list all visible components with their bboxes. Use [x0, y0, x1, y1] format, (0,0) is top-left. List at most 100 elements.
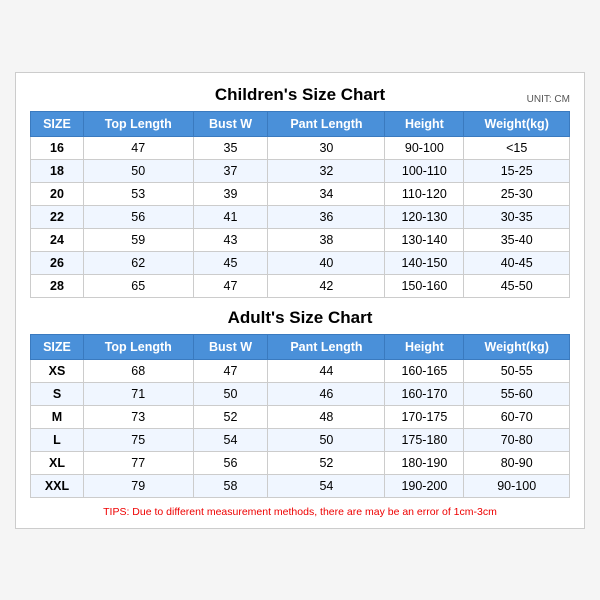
- table-cell: 65: [83, 274, 193, 297]
- table-cell: XS: [31, 359, 84, 382]
- adult-section-title: Adult's Size Chart: [228, 308, 373, 328]
- table-cell: 50: [193, 382, 268, 405]
- table-cell: 90-100: [385, 136, 464, 159]
- table-cell: 24: [31, 228, 84, 251]
- table-cell: 34: [268, 182, 385, 205]
- table-cell: 150-160: [385, 274, 464, 297]
- table-cell: 170-175: [385, 405, 464, 428]
- table-cell: 26: [31, 251, 84, 274]
- table-cell: 62: [83, 251, 193, 274]
- children-col-bust-w: Bust W: [193, 111, 268, 136]
- table-row: 1647353090-100<15: [31, 136, 570, 159]
- table-cell: 180-190: [385, 451, 464, 474]
- table-cell: 20: [31, 182, 84, 205]
- table-cell: 38: [268, 228, 385, 251]
- adult-size-table: SIZE Top Length Bust W Pant Length Heigh…: [30, 334, 570, 498]
- adult-col-height: Height: [385, 334, 464, 359]
- table-row: S715046160-17055-60: [31, 382, 570, 405]
- table-cell: 79: [83, 474, 193, 497]
- table-cell: 120-130: [385, 205, 464, 228]
- table-cell: 59: [83, 228, 193, 251]
- unit-label: UNIT: CM: [527, 94, 570, 105]
- adult-col-pant-length: Pant Length: [268, 334, 385, 359]
- table-cell: 46: [268, 382, 385, 405]
- table-cell: 54: [193, 428, 268, 451]
- table-cell: 73: [83, 405, 193, 428]
- children-size-table: SIZE Top Length Bust W Pant Length Heigh…: [30, 111, 570, 298]
- children-title-row: Children's Size Chart UNIT: CM: [30, 85, 570, 105]
- table-row: L755450175-18070-80: [31, 428, 570, 451]
- size-chart-container: Children's Size Chart UNIT: CM SIZE Top …: [15, 72, 585, 529]
- table-cell: 50: [83, 159, 193, 182]
- table-cell: M: [31, 405, 84, 428]
- table-cell: 80-90: [464, 451, 570, 474]
- table-cell: 47: [193, 359, 268, 382]
- table-cell: XL: [31, 451, 84, 474]
- table-cell: 52: [193, 405, 268, 428]
- table-cell: 30: [268, 136, 385, 159]
- table-cell: 100-110: [385, 159, 464, 182]
- children-col-pant-length: Pant Length: [268, 111, 385, 136]
- table-cell: 35-40: [464, 228, 570, 251]
- table-row: 26624540140-15040-45: [31, 251, 570, 274]
- table-cell: 48: [268, 405, 385, 428]
- table-row: 18503732100-11015-25: [31, 159, 570, 182]
- table-cell: 190-200: [385, 474, 464, 497]
- table-cell: 130-140: [385, 228, 464, 251]
- table-cell: <15: [464, 136, 570, 159]
- table-cell: 36: [268, 205, 385, 228]
- table-cell: 60-70: [464, 405, 570, 428]
- table-cell: 160-170: [385, 382, 464, 405]
- table-cell: 140-150: [385, 251, 464, 274]
- table-row: XXL795854190-20090-100: [31, 474, 570, 497]
- table-cell: 47: [193, 274, 268, 297]
- table-cell: 45: [193, 251, 268, 274]
- table-cell: 43: [193, 228, 268, 251]
- table-cell: 58: [193, 474, 268, 497]
- table-cell: 42: [268, 274, 385, 297]
- table-row: 28654742150-16045-50: [31, 274, 570, 297]
- table-cell: 41: [193, 205, 268, 228]
- children-col-top-length: Top Length: [83, 111, 193, 136]
- table-cell: 25-30: [464, 182, 570, 205]
- table-cell: 56: [193, 451, 268, 474]
- table-cell: 16: [31, 136, 84, 159]
- table-cell: 30-35: [464, 205, 570, 228]
- table-row: 24594338130-14035-40: [31, 228, 570, 251]
- table-cell: 44: [268, 359, 385, 382]
- table-cell: 70-80: [464, 428, 570, 451]
- children-col-weight: Weight(kg): [464, 111, 570, 136]
- table-row: 20533934110-12025-30: [31, 182, 570, 205]
- table-cell: 175-180: [385, 428, 464, 451]
- table-cell: 28: [31, 274, 84, 297]
- table-cell: L: [31, 428, 84, 451]
- adult-col-weight: Weight(kg): [464, 334, 570, 359]
- table-cell: XXL: [31, 474, 84, 497]
- table-cell: 50-55: [464, 359, 570, 382]
- adult-col-top-length: Top Length: [83, 334, 193, 359]
- table-cell: 45-50: [464, 274, 570, 297]
- table-cell: 47: [83, 136, 193, 159]
- table-cell: 71: [83, 382, 193, 405]
- children-col-height: Height: [385, 111, 464, 136]
- adult-header-row: SIZE Top Length Bust W Pant Length Heigh…: [31, 334, 570, 359]
- table-row: XS684744160-16550-55: [31, 359, 570, 382]
- table-cell: 15-25: [464, 159, 570, 182]
- table-cell: 110-120: [385, 182, 464, 205]
- table-cell: 40: [268, 251, 385, 274]
- table-row: XL775652180-19080-90: [31, 451, 570, 474]
- adult-title-row: Adult's Size Chart: [30, 308, 570, 328]
- table-cell: 39: [193, 182, 268, 205]
- table-row: 22564136120-13030-35: [31, 205, 570, 228]
- table-cell: 32: [268, 159, 385, 182]
- adult-col-bust-w: Bust W: [193, 334, 268, 359]
- table-cell: 90-100: [464, 474, 570, 497]
- table-cell: 22: [31, 205, 84, 228]
- adult-section: Adult's Size Chart SIZE Top Length Bust …: [30, 308, 570, 498]
- table-cell: 37: [193, 159, 268, 182]
- table-row: M735248170-17560-70: [31, 405, 570, 428]
- table-cell: S: [31, 382, 84, 405]
- tips-text: TIPS: Due to different measurement metho…: [30, 506, 570, 518]
- children-header-row: SIZE Top Length Bust W Pant Length Heigh…: [31, 111, 570, 136]
- table-cell: 52: [268, 451, 385, 474]
